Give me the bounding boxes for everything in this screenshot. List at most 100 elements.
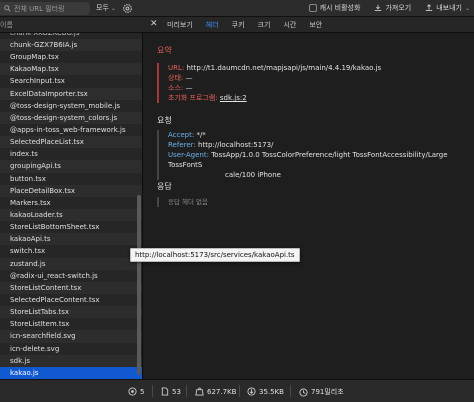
clock-icon (299, 387, 308, 397)
close-icon[interactable]: ✕ (150, 19, 158, 29)
divider (186, 385, 187, 397)
url-filter-input[interactable]: 전체 URL 필터링 (0, 2, 90, 15)
url-tooltip: http://localhost:5173/src/services/kakao… (130, 248, 300, 262)
summary-source-row: 소스: — (168, 83, 469, 93)
list-item[interactable]: kakao.js (0, 366, 142, 379)
disable-cache-label: 캐시 비활성화 (319, 4, 361, 12)
list-item[interactable]: SelectedPlaceContent.tsx (0, 293, 142, 307)
tab-sizes[interactable]: 크기 (258, 20, 271, 30)
tab-preview[interactable]: 미리보기 (167, 20, 193, 30)
list-item[interactable]: switch.tsx (0, 245, 142, 258)
list-item[interactable]: zustand.js (0, 257, 142, 270)
detail-tab-bar: 이름 ✕ 미리보기 헤더 쿠키 크기 시간 보안 (0, 17, 474, 33)
url-key: URL: (168, 64, 185, 72)
list-item[interactable]: button.tsx (0, 172, 142, 185)
list-item[interactable]: @toss-design-system_colors.js (0, 111, 142, 124)
list-item[interactable]: @apps-in-toss_web-framework.js (0, 123, 142, 137)
name-column-header[interactable]: 이름 (0, 20, 13, 30)
status-bar: 5 53 627.7KB 35.5KB 791밀리초 (0, 379, 474, 402)
list-item[interactable]: @radix-ui_react-switch.js (0, 269, 142, 282)
request-list: chunk-XKOZKCBO.js chunk-GZX7B6IA.js Group… (0, 33, 143, 379)
resources-value: 53 (172, 387, 181, 396)
import-icon (375, 4, 382, 11)
list-item[interactable]: chunk-GZX7B6IA.js (0, 39, 142, 52)
transferred-size: 627.7KB (195, 387, 236, 396)
list-item[interactable]: sdk.js (0, 354, 142, 367)
resource-size: 35.5KB (247, 387, 284, 396)
export-icon (426, 4, 433, 11)
detail-tabs: 미리보기 헤더 쿠키 크기 시간 보안 (167, 20, 322, 30)
weight-icon (195, 387, 204, 396)
list-item[interactable]: icn-delete.svg (0, 342, 142, 355)
resource-size-value: 35.5KB (259, 387, 284, 396)
chevron-down-icon: ⌄ (110, 5, 116, 12)
list-item[interactable]: KakaoMap.tsx (0, 63, 142, 76)
list-item[interactable]: Markers.tsx (0, 196, 142, 209)
list-item[interactable]: PlaceDetailBox.tsx (0, 184, 142, 197)
list-item[interactable]: StoreListItem.tsx (0, 318, 142, 331)
resources-count: 53 (161, 387, 181, 396)
list-item[interactable]: SearchInput.tsx (0, 75, 142, 88)
list-item[interactable]: kakaoLoader.ts (0, 208, 142, 222)
response-block: 응답 헤더 없음 (157, 197, 469, 207)
list-item[interactable]: SelectedPlaceList.tsx (0, 136, 142, 149)
scrollbar[interactable] (137, 195, 141, 375)
list-item[interactable]: @toss-design-system_mobile.js (0, 99, 142, 112)
requests-value: 5 (140, 387, 145, 396)
list-item[interactable]: GroupMap.tsx (0, 51, 142, 64)
divider (290, 385, 291, 397)
list-item[interactable]: ExcelDataImporter.tsx (0, 87, 142, 100)
source-key: 소스: (168, 84, 184, 92)
tab-timing[interactable]: 시간 (283, 20, 296, 30)
chevron-down-icon: ⌄ (464, 4, 470, 12)
list-item[interactable]: index.ts (0, 148, 142, 161)
tab-cookies[interactable]: 쿠키 (232, 20, 245, 30)
requests-icon (128, 387, 137, 396)
user-agent-row-cont: cale/100 iPhone (168, 170, 469, 180)
request-block: Accept: */* Referer: http://localhost:51… (157, 130, 469, 180)
summary-block: URL: http://t1.daumcdn.net/mapjsapi/js/m… (157, 63, 469, 103)
source-value: — (185, 84, 193, 92)
scope-select-label: 모두 (96, 4, 109, 12)
initiator-link[interactable]: sdk.js:2 (220, 94, 247, 102)
list-item[interactable]: StoreListTabs.tsx (0, 306, 142, 319)
gear-icon[interactable] (122, 3, 133, 14)
requests-count: 5 (128, 387, 144, 396)
document-icon (161, 387, 169, 396)
summary-title: 요약 (157, 46, 172, 55)
list-item[interactable]: groupingApi.ts (0, 160, 142, 173)
disable-cache-checkbox[interactable]: 캐시 비활성화 (308, 3, 361, 13)
request-title: 요청 (157, 116, 172, 125)
no-response-headers: 응답 헤더 없음 (168, 198, 209, 206)
checkbox-box[interactable] (308, 4, 317, 12)
list-item[interactable]: StoreListContent.tsx (0, 281, 142, 294)
scope-select[interactable]: 모두 ⌄ (96, 3, 116, 13)
list-item[interactable]: StoreListBottomSheet.tsx (0, 221, 142, 234)
initiator-key: 초기화 프로그램: (168, 94, 218, 102)
tab-headers[interactable]: 헤더 (206, 20, 219, 30)
user-agent-value-1: TossApp/1.0.0 TossColorPreference/light … (168, 151, 448, 169)
response-title: 응답 (157, 182, 172, 191)
user-agent-value-2: cale/100 iPhone (225, 171, 281, 179)
url-filter-placeholder: 전체 URL 필터링 (14, 4, 65, 13)
referer-row: Referer: http://localhost:5173/ (168, 140, 469, 150)
import-label: 가져오기 (385, 4, 412, 12)
list-item[interactable]: kakaoApi.ts (0, 233, 142, 246)
accept-row: Accept: */* (168, 130, 469, 140)
tab-security[interactable]: 보안 (309, 20, 322, 30)
url-value: http://t1.daumcdn.net/mapjsapi/js/main/4… (186, 64, 382, 72)
export-label: 내보내기 (436, 4, 462, 12)
export-button[interactable]: 내보내기 ⌄ (425, 3, 470, 13)
user-agent-row: User-Agent: TossApp/1.0.0 TossColorPrefe… (168, 150, 469, 170)
load-time: 791밀리초 (299, 387, 344, 397)
summary-initiator-row: 초기화 프로그램: sdk.js:2 (168, 93, 469, 103)
list-item[interactable]: icn-searchfield.svg (0, 330, 142, 343)
referer-key: Referer: (168, 141, 196, 149)
user-agent-key: User-Agent: (168, 151, 209, 159)
load-time-value: 791밀리초 (311, 388, 344, 396)
transferred-value: 627.7KB (207, 387, 237, 396)
import-button[interactable]: 가져오기 (374, 3, 411, 13)
search-icon (4, 5, 11, 12)
divider (239, 385, 240, 397)
divider (152, 385, 153, 397)
